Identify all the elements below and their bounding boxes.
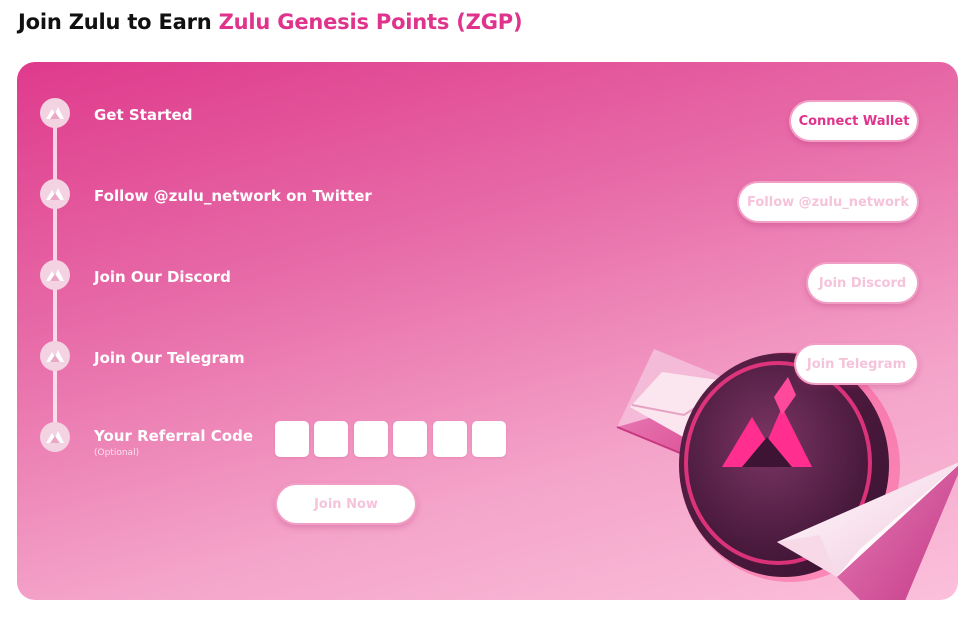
join-discord-button[interactable]: Join Discord — [806, 262, 919, 304]
referral-code-box-2[interactable] — [314, 421, 348, 457]
join-telegram-button[interactable]: Join Telegram — [794, 343, 919, 385]
rewards-illustration — [616, 349, 958, 600]
step-label-join-telegram: Join Our Telegram — [94, 349, 245, 367]
step-label-follow-twitter: Follow @zulu_network on Twitter — [94, 187, 372, 205]
zulu-logo-icon — [40, 341, 70, 371]
referral-code-box-3[interactable] — [354, 421, 388, 457]
referral-code-box-5[interactable] — [433, 421, 467, 457]
zulu-logo-icon — [40, 260, 70, 290]
step-label-join-discord: Join Our Discord — [94, 268, 231, 286]
page-title-prefix: Join Zulu to Earn — [18, 10, 219, 34]
zulu-logo-icon — [40, 98, 70, 128]
zulu-logo-icon — [40, 422, 70, 452]
referral-code-box-4[interactable] — [393, 421, 427, 457]
step-label-get-started: Get Started — [94, 106, 193, 124]
step-label-referral-code: Your Referral Code — [94, 427, 254, 445]
onboarding-card: Get Started Follow @zulu_network on Twit… — [17, 62, 958, 600]
referral-code-box-1[interactable] — [275, 421, 309, 457]
page-title-accent: Zulu Genesis Points (ZGP) — [218, 10, 523, 34]
join-now-button[interactable]: Join Now — [275, 483, 417, 525]
connect-wallet-button[interactable]: Connect Wallet — [789, 100, 919, 142]
page-title: Join Zulu to Earn Zulu Genesis Points (Z… — [18, 10, 523, 34]
follow-twitter-button[interactable]: Follow @zulu_network — [737, 181, 919, 223]
zulu-logo-icon — [40, 179, 70, 209]
step-sublabel-optional: (Optional) — [94, 448, 140, 458]
referral-code-box-6[interactable] — [472, 421, 506, 457]
